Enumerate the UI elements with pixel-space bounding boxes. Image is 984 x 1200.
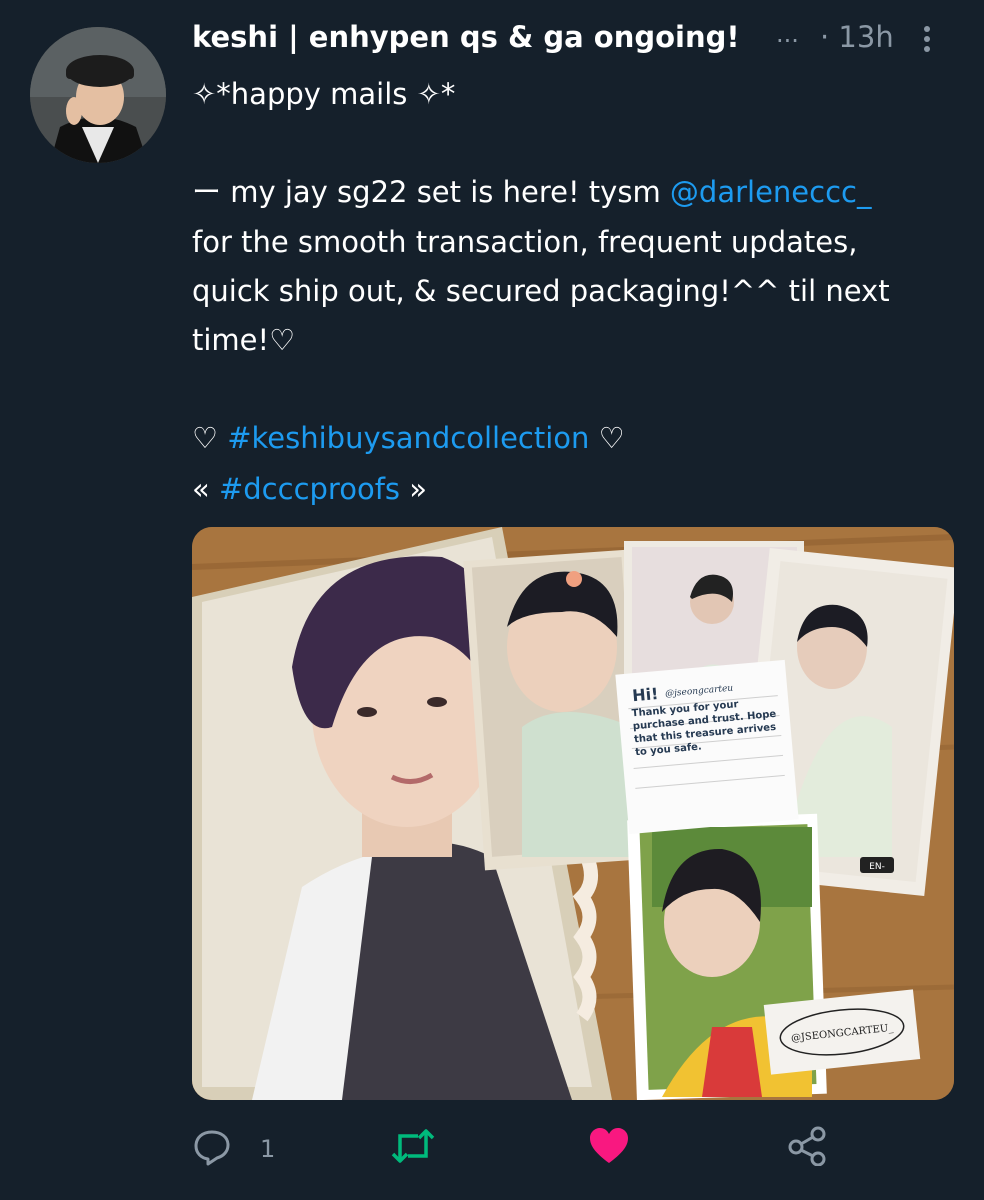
tweet-line-1: ✧*happy mails ✧* — [192, 77, 456, 111]
tweet-line-4: for the smooth transaction, frequent upd… — [192, 225, 858, 259]
photo-illustration: EN- Hi! @jseongcarteu Thank you for your… — [192, 527, 954, 1100]
more-options-icon[interactable] — [920, 26, 934, 58]
card-logo: EN- — [869, 862, 885, 872]
thank-you-note: Hi! @jseongcarteu Thank you for your pur… — [615, 659, 799, 835]
reply-button[interactable] — [192, 1126, 236, 1176]
share-icon — [788, 1126, 826, 1167]
tweet-line-6: time!♡ — [192, 323, 296, 357]
hashtag-line-1: ♡ #keshibuysandcollection ♡ — [192, 414, 625, 462]
name-truncation: ... — [776, 20, 799, 48]
reply-icon — [194, 1130, 230, 1166]
tweet-header: keshi | enhypen qs & ga ongoing! ... · 1… — [192, 18, 962, 62]
display-name[interactable]: keshi | enhypen qs & ga ongoing! — [192, 20, 740, 54]
tweet-line-5: quick ship out, & secured packaging!^^ t… — [192, 274, 890, 308]
note-hi: Hi! — [631, 684, 659, 705]
mention-link[interactable]: @darleneccc_ — [670, 175, 872, 209]
hashtag-1-suffix: ♡ — [589, 421, 625, 455]
retweet-icon — [391, 1129, 435, 1163]
like-button[interactable] — [588, 1126, 632, 1176]
hashtag-line-2: « #dcccproofs » — [192, 465, 427, 513]
tweet-line-3-text: ー my jay sg22 set is here! tysm — [192, 175, 670, 209]
hashtag-2-suffix: » — [400, 472, 427, 506]
hashtag-2-prefix: « — [192, 472, 219, 506]
heart-icon — [590, 1128, 628, 1163]
retweet-button[interactable] — [390, 1126, 440, 1176]
tweet-media-photo[interactable]: EN- Hi! @jseongcarteu Thank you for your… — [192, 527, 954, 1100]
reply-count: 1 — [260, 1135, 276, 1163]
share-button[interactable] — [786, 1126, 830, 1176]
timestamp[interactable]: · 13h — [820, 20, 894, 54]
hashtag-link-keshibuysandcollection[interactable]: #keshibuysandcollection — [227, 421, 589, 455]
hashtag-1-prefix: ♡ — [192, 421, 228, 455]
avatar[interactable] — [30, 27, 166, 163]
tweet-line-3: ー my jay sg22 set is here! tysm @darlene… — [192, 168, 871, 216]
avatar-image — [30, 27, 166, 163]
hashtag-link-dcccproofs[interactable]: #dcccproofs — [219, 472, 400, 506]
